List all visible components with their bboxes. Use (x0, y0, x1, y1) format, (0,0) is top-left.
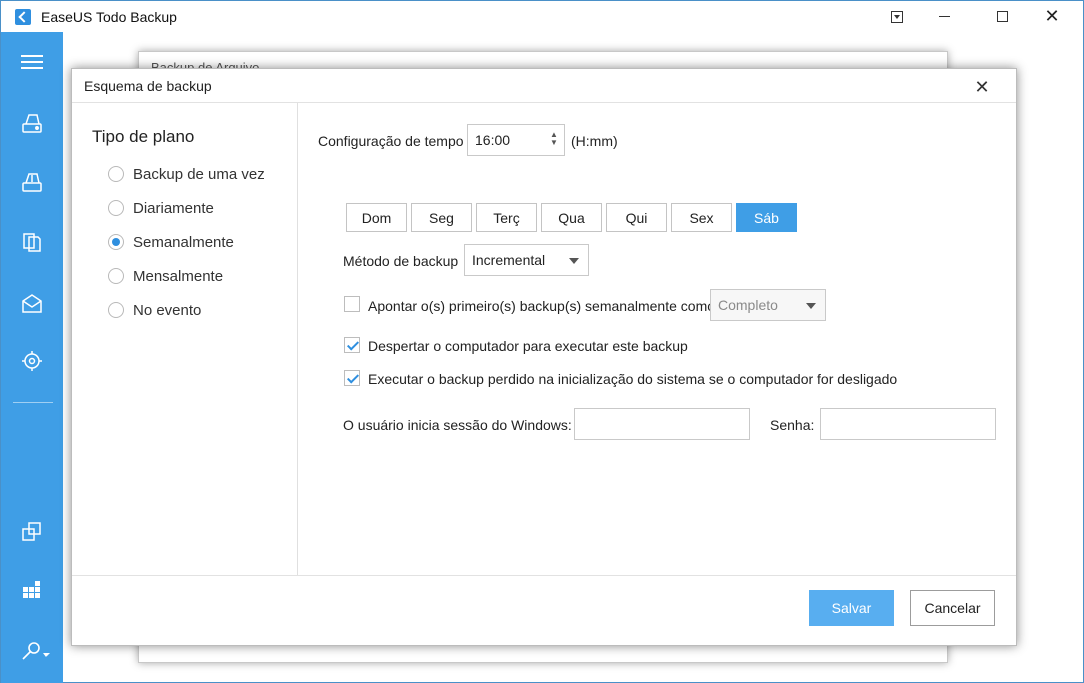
day-sunday-button[interactable]: Dom (346, 203, 407, 232)
cancel-button[interactable]: Cancelar (910, 590, 995, 626)
save-button[interactable]: Salvar (809, 590, 894, 626)
close-icon: ✕ (1044, 6, 1060, 26)
day-monday-button[interactable]: Seg (411, 203, 472, 232)
sidebar (1, 32, 63, 683)
backup-method-label: Método de backup (343, 253, 459, 269)
windows-user-label: O usuário inicia sessão do Windows: (343, 417, 572, 433)
maximize-icon (996, 11, 1008, 22)
radio-label: Diariamente (133, 199, 214, 217)
radio-button[interactable] (108, 302, 124, 318)
app-title: EaseUS Todo Backup (41, 9, 177, 25)
disk-backup-icon[interactable] (19, 110, 45, 136)
sidebar-divider (13, 402, 53, 403)
backup-method-value: Incremental (472, 252, 546, 268)
wrench-icon[interactable] (19, 638, 51, 664)
footer-separator (72, 575, 1016, 576)
radio-daily[interactable]: Diariamente (108, 197, 214, 219)
smart-backup-icon[interactable] (19, 348, 45, 374)
radio-button-selected[interactable] (108, 234, 124, 250)
day-thursday-button[interactable]: Qui (606, 203, 667, 232)
radio-label: Mensalmente (133, 267, 224, 285)
windows-user-input[interactable] (574, 408, 750, 440)
password-input[interactable] (820, 408, 996, 440)
radio-label: Backup de uma vez (133, 165, 265, 183)
first-backup-type-select[interactable]: Completo (710, 289, 826, 321)
backup-method-select[interactable]: Incremental (464, 244, 589, 276)
radio-on-event[interactable]: No evento (108, 299, 201, 321)
day-saturday-button[interactable]: Sáb (736, 203, 797, 232)
minimize-button[interactable] (919, 1, 969, 32)
dialog-body: Tipo de plano Backup de uma vez Diariame… (72, 103, 1016, 575)
time-config-label: Configuração de tempo (318, 133, 464, 149)
plan-type-panel: Tipo de plano Backup de uma vez Diariame… (72, 103, 298, 575)
day-tuesday-button[interactable]: Terç (476, 203, 537, 232)
first-backup-checkbox[interactable] (344, 296, 360, 312)
day-wednesday-button[interactable]: Qua (541, 203, 602, 232)
wake-computer-label: Despertar o computador para executar est… (368, 338, 688, 354)
radio-monthly[interactable]: Mensalmente (108, 265, 223, 287)
password-label: Senha: (770, 417, 815, 433)
menu-icon[interactable] (19, 49, 45, 75)
run-missed-label: Executar o backup perdido na inicializaç… (368, 371, 898, 387)
close-window-button[interactable]: ✕ (1027, 1, 1077, 32)
file-backup-icon[interactable] (19, 229, 45, 255)
maximize-button[interactable] (977, 1, 1027, 32)
run-missed-checkbox[interactable] (344, 370, 360, 386)
time-format-label: (H:mm) (571, 133, 618, 149)
schedule-settings-panel: Configuração de tempo 16:00 ▲ ▼ (H:mm) Do… (299, 103, 1016, 575)
chevron-down-icon (569, 258, 579, 264)
dialog-title: Esquema de backup (84, 78, 212, 94)
radio-once[interactable]: Backup de uma vez (108, 163, 265, 185)
radio-button[interactable] (108, 200, 124, 216)
partition-backup-icon[interactable] (19, 169, 45, 195)
close-icon: ✕ (974, 77, 990, 97)
app-logo-icon (15, 9, 31, 25)
day-friday-button[interactable]: Sex (671, 203, 732, 232)
chevron-down-icon (806, 303, 816, 309)
dialog-close-button[interactable]: ✕ (970, 75, 994, 99)
first-backup-label: Apontar o(s) primeiro(s) backup(s) seman… (368, 298, 716, 314)
spinner-arrows-icon[interactable]: ▲ ▼ (550, 131, 558, 147)
radio-button[interactable] (108, 268, 124, 284)
app-window: EaseUS Todo Backup ✕ Esquema de backup ✕… (0, 0, 1084, 683)
tools-grid-icon[interactable] (19, 577, 45, 603)
radio-weekly[interactable]: Semanalmente (108, 231, 234, 253)
mail-backup-icon[interactable] (19, 290, 45, 316)
first-backup-type-value: Completo (718, 297, 778, 313)
dropdown-box-icon (891, 10, 903, 23)
time-spinner[interactable]: 16:00 ▲ ▼ (467, 124, 565, 156)
wake-computer-checkbox[interactable] (344, 337, 360, 353)
radio-label: No evento (133, 301, 202, 319)
time-value: 16:00 (475, 132, 511, 148)
clone-icon[interactable] (19, 519, 45, 545)
plan-type-heading: Tipo de plano (92, 127, 195, 146)
radio-button[interactable] (108, 166, 124, 182)
title-bar: EaseUS Todo Backup ✕ (1, 1, 1083, 32)
minimize-icon (938, 16, 950, 17)
window-menu-button[interactable] (872, 1, 922, 32)
backup-scheme-dialog: Esquema de backup ✕ Tipo de plano Backup… (71, 68, 1017, 646)
radio-label: Semanalmente (133, 233, 234, 251)
